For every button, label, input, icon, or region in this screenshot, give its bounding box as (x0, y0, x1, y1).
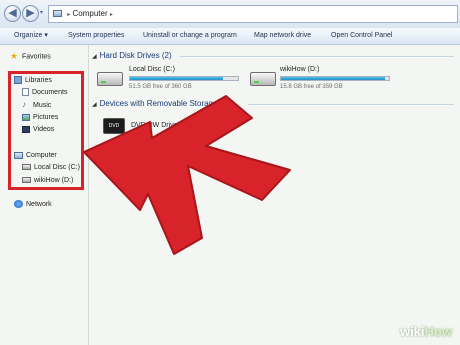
wikihow-watermark: wikiHow (399, 324, 452, 339)
annotation-arrow (83, 95, 291, 255)
red-arrow-icon (83, 95, 291, 255)
